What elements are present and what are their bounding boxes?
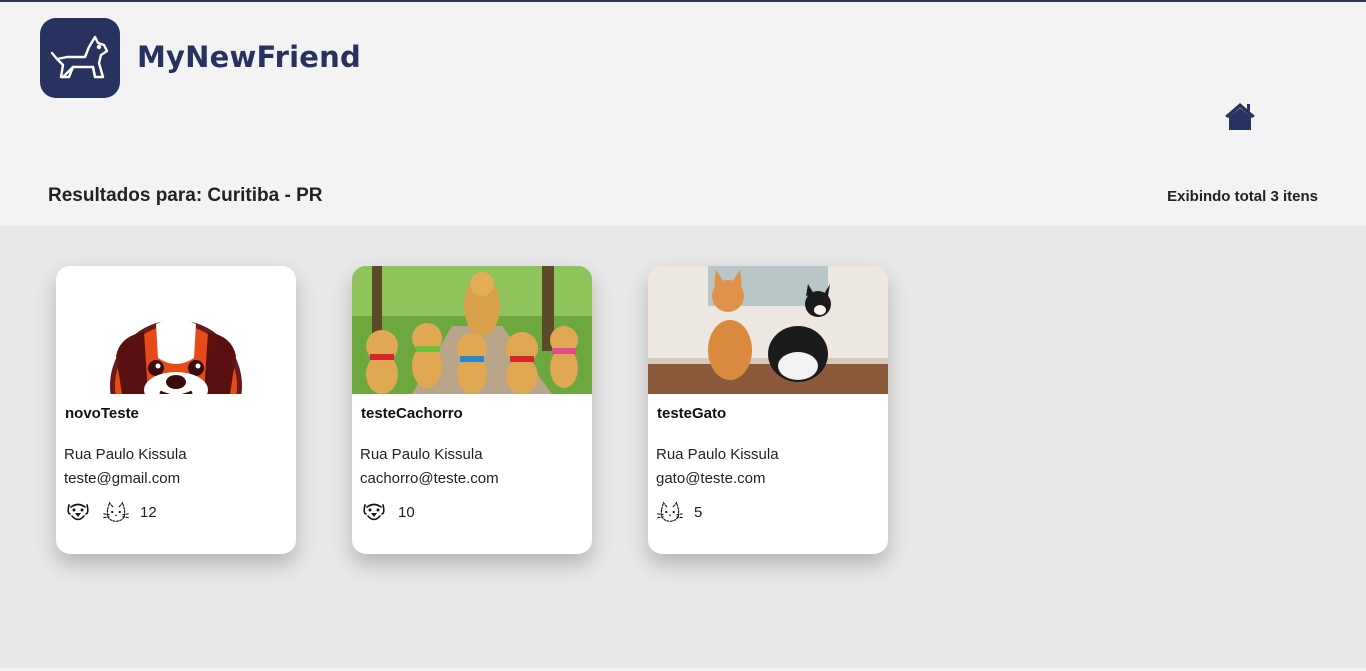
card-stats: 10	[360, 498, 415, 526]
golden-retriever-puppies-photo	[352, 266, 592, 394]
pet-card[interactable]: testeCachorro Rua Paulo Kissula cachorro…	[352, 266, 592, 554]
card-address: Rua Paulo Kissula	[64, 446, 187, 463]
dog-face-icon	[363, 503, 385, 521]
pet-count: 10	[398, 503, 415, 521]
pet-card[interactable]: testeGato Rua Paulo Kissula gato@teste.c…	[648, 266, 888, 554]
app-logo[interactable]	[40, 18, 120, 98]
card-image	[648, 266, 888, 394]
home-button[interactable]	[1222, 98, 1258, 134]
two-cats-photo	[648, 266, 888, 394]
card-name: novoTeste	[65, 405, 139, 422]
results-title: Resultados para: Curitiba - PR	[48, 185, 323, 206]
card-stats: 5	[656, 498, 702, 526]
card-address: Rua Paulo Kissula	[360, 446, 483, 463]
results-count: Exibindo total 3 itens	[1167, 188, 1318, 205]
card-image	[352, 266, 592, 394]
card-email: cachorro@teste.com	[360, 470, 499, 487]
home-icon	[1225, 103, 1255, 130]
card-stats: 12	[64, 498, 157, 526]
card-image	[56, 266, 296, 394]
card-name: testeGato	[657, 405, 727, 422]
card-address: Rua Paulo Kissula	[656, 446, 779, 463]
cat-face-icon	[103, 501, 129, 522]
dog-face-icon	[67, 503, 89, 521]
card-email: gato@teste.com	[656, 470, 766, 487]
brand-name[interactable]: MyNewFriend	[137, 40, 361, 74]
pet-count: 5	[694, 503, 703, 521]
page-header: MyNewFriend Resultados para: Curitiba - …	[0, 2, 1366, 226]
pet-count: 12	[140, 503, 157, 521]
pet-card[interactable]: novoTeste Rua Paulo Kissula teste@gmail.…	[56, 266, 296, 554]
card-email: teste@gmail.com	[64, 470, 181, 487]
cat-face-icon	[657, 501, 683, 522]
dog-logo-icon	[50, 35, 109, 79]
card-name: testeCachorro	[361, 405, 463, 422]
beagle-logo-illustration	[56, 266, 296, 394]
